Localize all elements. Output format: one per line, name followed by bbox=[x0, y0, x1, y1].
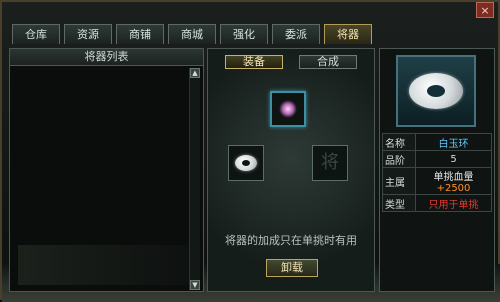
prop-row-grade: 品阶 5 bbox=[382, 150, 492, 168]
prop-value-name: 白玉环 bbox=[415, 133, 492, 151]
tab-warehouse[interactable]: 仓库 bbox=[12, 24, 60, 44]
jade-ring-icon bbox=[235, 155, 257, 171]
equip-slot-right[interactable]: 将 bbox=[312, 145, 348, 181]
tab-delegate[interactable]: 委派 bbox=[272, 24, 320, 44]
list-scrollbar[interactable]: ▲ ▼ bbox=[189, 68, 200, 290]
artifact-preview bbox=[396, 55, 476, 127]
prop-main-bonus: +2500 bbox=[436, 183, 471, 194]
artifact-list-title: 将器列表 bbox=[10, 49, 203, 66]
empty-slot-glyph: 将 bbox=[321, 152, 339, 173]
artifact-hint: 将器的加成只在单挑时有用 bbox=[225, 234, 357, 247]
artifact-list-panel: 将器列表 ▲ ▼ bbox=[9, 48, 204, 292]
subtab-compose[interactable]: 合成 bbox=[299, 55, 357, 69]
tab-artifact[interactable]: 将器 bbox=[324, 24, 372, 44]
prop-key-type: 类型 bbox=[382, 194, 416, 212]
prop-row-main: 主属 单挑血量+2500 bbox=[382, 167, 492, 195]
tab-bar: 仓库 资源 商铺 商城 强化 委派 将器 bbox=[12, 24, 372, 44]
magic-item-icon bbox=[279, 100, 297, 118]
artifact-properties: 名称 白玉环 品阶 5 主属 单挑血量+2500 类型 只用于单挑 bbox=[382, 133, 492, 212]
equip-panel: 装备 合成 将 将器的加成只在单挑时有用 卸载 bbox=[207, 48, 375, 292]
tab-mall[interactable]: 商城 bbox=[168, 24, 216, 44]
prop-value-type: 只用于单挑 bbox=[415, 194, 492, 212]
prop-key-name: 名称 bbox=[382, 133, 416, 151]
unload-button[interactable]: 卸载 bbox=[266, 259, 318, 277]
prop-key-main: 主属 bbox=[382, 167, 416, 195]
prop-row-name: 名称 白玉环 bbox=[382, 133, 492, 151]
prop-key-grade: 品阶 bbox=[382, 150, 416, 168]
close-button[interactable]: × bbox=[476, 2, 494, 18]
scroll-up-icon[interactable]: ▲ bbox=[190, 68, 200, 78]
prop-main-stat: 单挑血量 bbox=[433, 172, 474, 183]
tab-shop[interactable]: 商铺 bbox=[116, 24, 164, 44]
subtab-equip[interactable]: 装备 bbox=[225, 55, 283, 69]
tab-resources[interactable]: 资源 bbox=[64, 24, 112, 44]
prop-value-main: 单挑血量+2500 bbox=[415, 167, 492, 195]
prop-row-type: 类型 只用于单挑 bbox=[382, 194, 492, 212]
equip-slot-left[interactable] bbox=[228, 145, 264, 181]
jade-ring-large-icon bbox=[409, 73, 463, 109]
prop-value-grade: 5 bbox=[415, 150, 492, 168]
list-background-art bbox=[18, 245, 198, 285]
equip-slot-top[interactable] bbox=[270, 91, 306, 127]
scroll-down-icon[interactable]: ▼ bbox=[190, 280, 200, 290]
artifact-info-panel: 名称 白玉环 品阶 5 主属 单挑血量+2500 类型 只用于单挑 bbox=[379, 48, 495, 292]
equip-subtabs: 装备 合成 bbox=[225, 55, 357, 69]
game-window: × 仓库 资源 商铺 商城 强化 委派 将器 将器列表 ▲ ▼ 装备 合成 将 … bbox=[0, 0, 500, 302]
tab-enhance[interactable]: 强化 bbox=[220, 24, 268, 44]
